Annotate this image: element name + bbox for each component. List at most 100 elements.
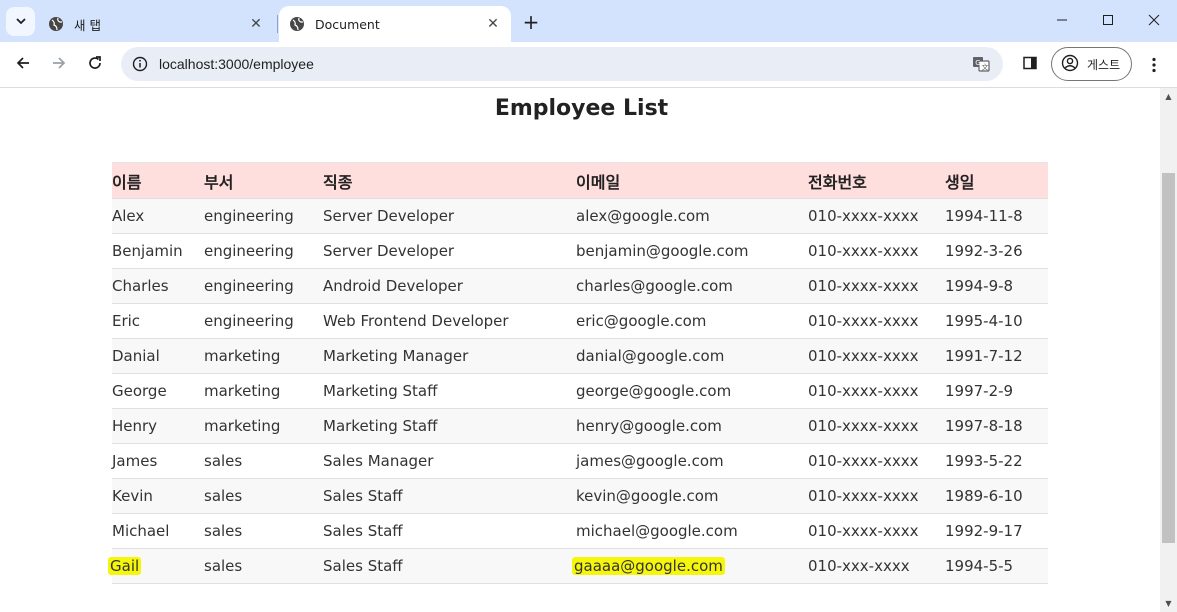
table-cell: charles@google.com [576, 268, 808, 304]
table-cell: sales [204, 478, 323, 514]
table-cell: Michael [112, 513, 204, 549]
table-cell: george@google.com [576, 373, 808, 409]
table-cell: 010-xxxx-xxxx [808, 373, 945, 409]
table-cell: 010-xxxx-xxxx [808, 513, 945, 549]
vertical-scrollbar[interactable]: ▲ ▼ [1160, 88, 1177, 612]
tab-search-button[interactable] [6, 7, 35, 36]
side-panel-button[interactable] [1016, 50, 1044, 80]
table-row: Michael sales Sales Staff michael@google.co… [112, 513, 1048, 549]
minimize-button[interactable] [1039, 0, 1085, 40]
back-arrow-icon [15, 55, 31, 75]
column-header: 생일 [945, 162, 1048, 199]
scroll-up-icon[interactable]: ▲ [1160, 88, 1177, 105]
table-cell: 1995-4-10 [945, 303, 1048, 339]
column-header: 이메일 [576, 162, 808, 199]
tab-strip: 새 탭 ✕ Document ✕ + [0, 0, 1177, 42]
highlighted-text: gaaaa@google.com [572, 557, 725, 575]
back-button[interactable] [8, 50, 38, 80]
profile-icon [1061, 54, 1079, 75]
table-cell: sales [204, 548, 323, 584]
table-cell: benjamin@google.com [576, 233, 808, 269]
reload-icon [87, 55, 103, 75]
table-cell: 1992-9-17 [945, 513, 1048, 549]
table-cell: 010-xxxx-xxxx [808, 478, 945, 514]
minimize-icon [1056, 11, 1068, 30]
table-cell: 1997-8-18 [945, 408, 1048, 444]
table-cell: engineering [204, 198, 323, 234]
forward-arrow-icon [51, 55, 67, 75]
table-row: Benjamin engineering Server Developer benja… [112, 233, 1048, 269]
table-cell: 1994-5-5 [945, 548, 1048, 584]
maximize-button[interactable] [1085, 0, 1131, 40]
more-vert-icon[interactable] [1142, 50, 1166, 80]
tab-title: Document [315, 16, 380, 32]
table-cell: Eric [112, 303, 204, 339]
table-cell: 010-xxx-xxxx [808, 548, 945, 584]
column-header: 전화번호 [808, 162, 945, 199]
table-cell: 1989-6-10 [945, 478, 1048, 514]
table-cell: Marketing Manager [323, 338, 576, 374]
table-cell: engineering [204, 233, 323, 269]
table-row: Charles engineering Android Developer charl… [112, 268, 1048, 304]
table-cell: 1997-2-9 [945, 373, 1048, 409]
table-row: George marketing Marketing Staff george@goo… [112, 373, 1048, 409]
table-cell: gaaaa@google.com [572, 548, 808, 584]
table-cell: engineering [204, 268, 323, 304]
scrollbar-thumb[interactable] [1162, 173, 1175, 543]
table-cell: Gail [108, 548, 204, 584]
table-cell: marketing [204, 373, 323, 409]
table-cell: Marketing Staff [323, 373, 576, 409]
table-cell: 1992-3-26 [945, 233, 1048, 269]
table-cell: sales [204, 513, 323, 549]
table-cell: Sales Staff [323, 513, 576, 549]
page-title: Employee List [494, 96, 669, 121]
svg-text:G: G [975, 59, 980, 67]
url-text[interactable]: localhost:3000/employee [159, 56, 314, 72]
table-cell: 1993-5-22 [945, 443, 1048, 479]
table-cell: Sales Staff [323, 478, 576, 514]
table-cell: michael@google.com [576, 513, 808, 549]
new-tab-button[interactable]: + [518, 9, 544, 35]
table-cell: 010-xxxx-xxxx [808, 303, 945, 339]
table-row: Alex engineering Server Developer alex@goog… [112, 198, 1048, 234]
column-header: 부서 [204, 162, 323, 199]
table-cell: 1994-9-8 [945, 268, 1048, 304]
column-header: 직종 [323, 162, 576, 199]
table-cell: Android Developer [323, 268, 576, 304]
maximize-icon [1102, 11, 1114, 30]
table-cell: Sales Staff [323, 548, 576, 584]
table-cell: George [112, 373, 204, 409]
table-cell: Server Developer [323, 233, 576, 269]
tab-search-icon [15, 12, 27, 31]
scroll-down-icon[interactable]: ▼ [1160, 595, 1177, 612]
table-cell: 1994-11-8 [945, 198, 1048, 234]
table-cell: Kevin [112, 478, 204, 514]
window-close-button[interactable] [1131, 0, 1177, 40]
forward-button[interactable] [44, 50, 74, 80]
table-row: Gail sales Sales Staff gaaaa@google.com … [108, 548, 1048, 584]
table-cell: engineering [204, 303, 323, 339]
close-icon[interactable]: ✕ [485, 16, 501, 32]
close-icon[interactable]: ✕ [248, 16, 264, 32]
column-header: 이름 [112, 162, 204, 199]
table-cell: Sales Manager [323, 443, 576, 479]
svg-text:文: 文 [982, 63, 989, 72]
profile-button[interactable]: 게스트 [1051, 47, 1132, 81]
table-cell: 010-xxxx-xxxx [808, 338, 945, 374]
table-cell: Marketing Staff [323, 408, 576, 444]
side-panel-icon [1022, 55, 1038, 75]
table-cell: sales [204, 443, 323, 479]
address-bar[interactable]: localhost:3000/employee G文 [121, 47, 1003, 81]
table-cell: marketing [204, 338, 323, 374]
table-cell: alex@google.com [576, 198, 808, 234]
table-cell: Alex [112, 198, 204, 234]
page-viewport: Employee List 이름 부서 직종 이메일 전화번호 생일 Alex e… [0, 88, 1160, 612]
reload-button[interactable] [80, 50, 110, 80]
translate-icon[interactable]: G文 [971, 55, 991, 73]
tab-document[interactable]: Document ✕ [279, 6, 511, 42]
table-cell: Web Frontend Developer [323, 303, 576, 339]
tab-new-tab[interactable]: 새 탭 ✕ [38, 6, 274, 42]
info-icon[interactable] [121, 47, 159, 81]
table-header-row: 이름 부서 직종 이메일 전화번호 생일 [112, 162, 1048, 199]
table-cell: marketing [204, 408, 323, 444]
